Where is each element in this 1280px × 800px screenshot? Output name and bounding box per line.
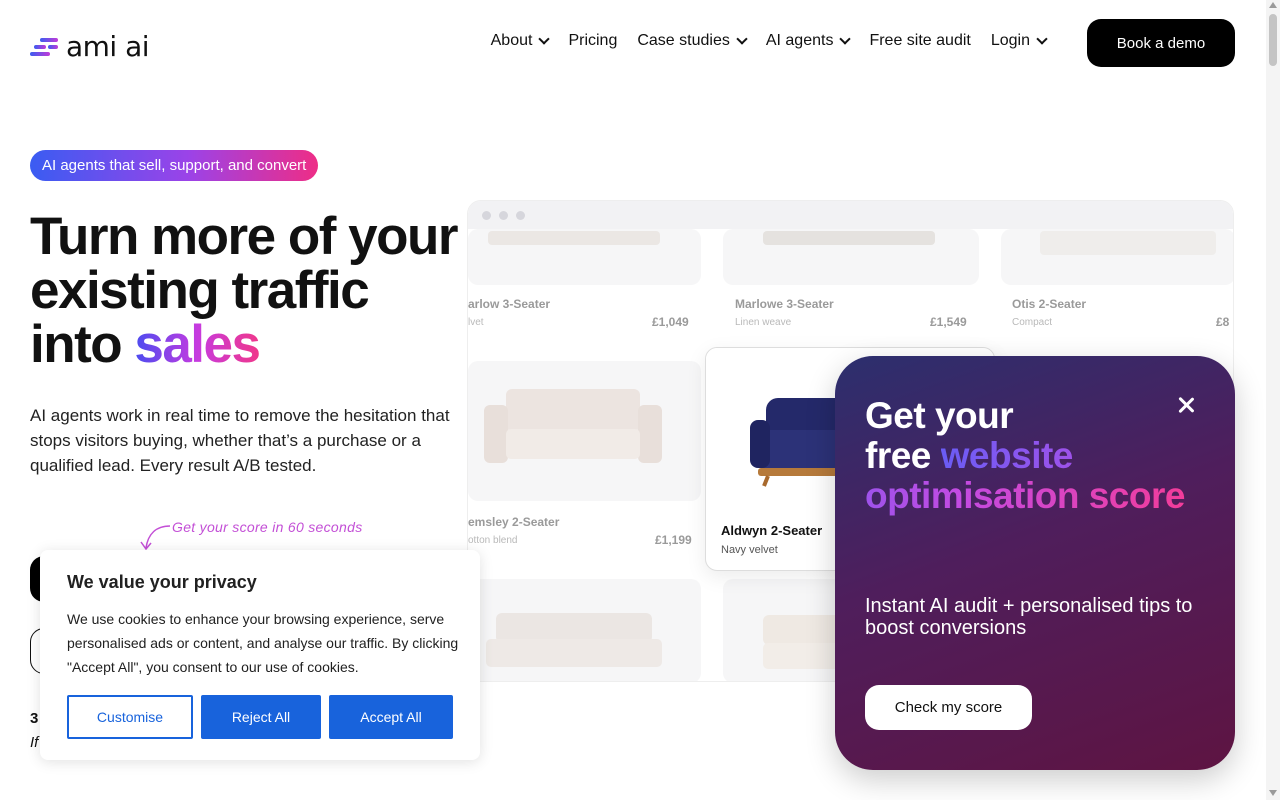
hero-badge: AI agents that sell, support, and conver… (30, 150, 319, 181)
scroll-up-icon[interactable] (1269, 2, 1277, 8)
stat-fragment: 3 (30, 710, 39, 727)
nav-pricing-label: Pricing (568, 32, 618, 49)
logo-mark-icon (30, 36, 60, 58)
book-demo-button[interactable]: Book a demo (1087, 19, 1235, 67)
chevron-down-icon (839, 33, 852, 45)
chevron-down-icon (736, 33, 748, 45)
cookie-text: We use cookies to enhance your browsing … (67, 611, 459, 675)
window-dot-icon (482, 210, 491, 220)
sofa-image (486, 613, 662, 677)
sofa-image (484, 389, 662, 469)
hero-headline: Turn more of your existing traffic into … (30, 210, 460, 372)
popup-title-line1: Get your (865, 395, 1014, 436)
window-dot-icon (516, 210, 525, 220)
reject-all-button[interactable]: Reject All (201, 695, 321, 739)
headline-accent: sales (134, 315, 261, 374)
page-scrollbar[interactable] (1266, 0, 1280, 800)
product-image (468, 361, 701, 501)
cookie-banner: We value your privacy We use cookies to … (40, 550, 480, 760)
sofa-image (763, 231, 935, 245)
accept-all-button[interactable]: Accept All (329, 695, 453, 739)
close-icon[interactable] (1175, 394, 1197, 416)
product-desc: Compact (1012, 317, 1053, 328)
cookie-title: We value your privacy (67, 572, 257, 592)
site-header: ami ai About Pricing Case studies AI age… (0, 0, 1266, 88)
product-price: £1,049 (652, 315, 689, 329)
chevron-down-icon (538, 33, 551, 45)
main-nav: About Pricing Case studies AI agents Fre… (490, 32, 1048, 50)
product-price: £1,549 (930, 315, 967, 329)
nav-login[interactable]: Login (990, 32, 1048, 50)
product-name: emsley 2-Seater (468, 515, 560, 529)
product-price: £8 (1216, 315, 1230, 329)
nav-free-site-audit[interactable]: Free site audit (869, 32, 970, 50)
product-desc: lvet (468, 317, 484, 328)
product-desc: Linen weave (735, 317, 792, 328)
nav-ai-agents-label: AI agents (765, 32, 834, 49)
featured-product-name: Aldwyn 2-Seater (721, 523, 823, 538)
window-dot-icon (499, 210, 508, 220)
nav-login-label: Login (990, 32, 1030, 49)
product-name: Otis 2-Seater (1012, 297, 1087, 311)
product-price: £1,199 (655, 533, 692, 547)
product-name: Marlowe 3-Seater (735, 297, 834, 311)
product-image (468, 579, 701, 681)
featured-product-desc: Navy velvet (721, 544, 778, 556)
score-popup: Get your free website optimisation score… (835, 356, 1235, 770)
popup-subtitle: Instant AI audit + personalised tips to … (865, 595, 1193, 639)
mockup-toolbar (468, 201, 1233, 229)
product-name: arlow 3-Seater (468, 297, 551, 311)
hero-subtext: AI agents work in real time to remove th… (30, 406, 450, 475)
sofa-image (1040, 231, 1216, 255)
chevron-down-icon (1036, 33, 1048, 45)
nav-free-site-audit-label: Free site audit (869, 32, 971, 49)
scroll-thumb[interactable] (1269, 14, 1277, 66)
logo[interactable]: ami ai (30, 30, 150, 63)
nav-about-label: About (490, 32, 533, 49)
nav-case-studies-label: Case studies (637, 32, 730, 49)
check-score-button[interactable]: Check my score (865, 685, 1032, 730)
product-desc: otton blend (468, 535, 518, 546)
logo-text: ami ai (66, 30, 150, 63)
nav-case-studies[interactable]: Case studies (637, 32, 748, 50)
nav-about[interactable]: About (490, 32, 551, 50)
nav-pricing[interactable]: Pricing (568, 32, 617, 50)
popup-title: Get your free website optimisation score (865, 396, 1195, 516)
nav-ai-agents[interactable]: AI agents (765, 32, 852, 50)
sofa-image (488, 231, 660, 245)
score-note: Get your score in 60 seconds (172, 519, 363, 535)
customise-button[interactable]: Customise (67, 695, 193, 739)
popup-title-plain: free (865, 435, 941, 476)
scroll-down-icon[interactable] (1269, 790, 1277, 796)
stat-fragment-italic: If (30, 734, 39, 751)
